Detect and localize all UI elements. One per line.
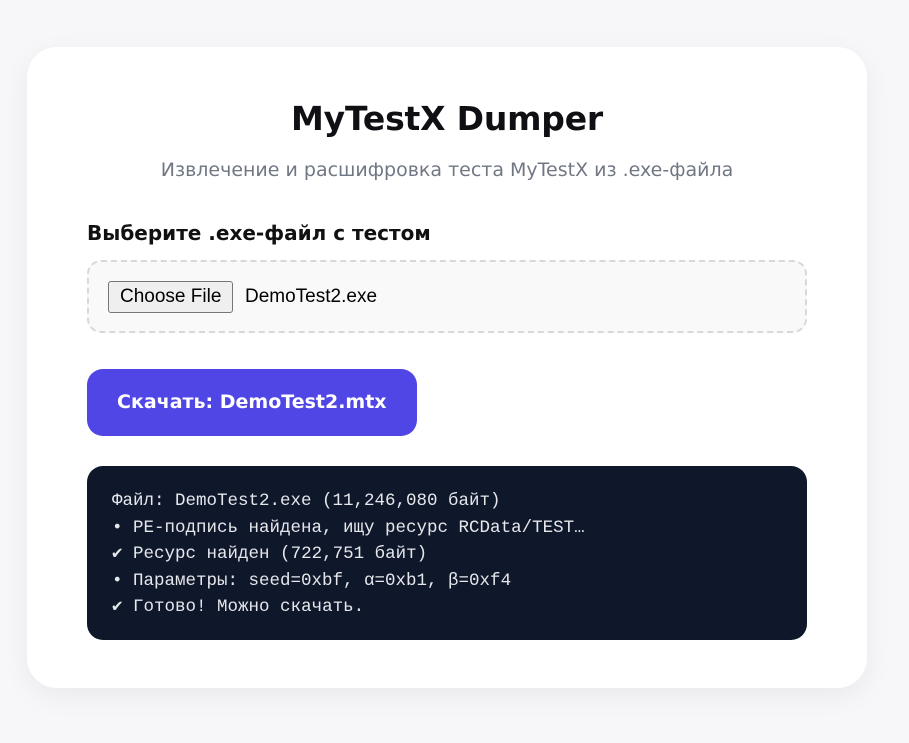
log-line: ✔ Готово! Можно скачать. <box>112 597 365 617</box>
file-dropzone[interactable]: Choose File DemoTest2.exe <box>87 260 807 333</box>
log-console: Файл: DemoTest2.exe (11,246,080 байт) • … <box>87 466 807 640</box>
page-subtitle: Извлечение и расшифровка теста MyTestX и… <box>160 159 734 181</box>
log-line: Файл: DemoTest2.exe (11,246,080 байт) <box>112 491 501 511</box>
page-title: MyTestX Dumper <box>291 99 603 138</box>
main-card: MyTestX Dumper Извлечение и расшифровка … <box>27 47 867 688</box>
download-button[interactable]: Скачать: DemoTest2.mtx <box>87 369 417 436</box>
selected-file-name: DemoTest2.exe <box>245 286 378 307</box>
file-input-label: Выберите .exe-файл с тестом <box>87 221 431 245</box>
log-line: • Параметры: seed=0xbf, α=0xb1, β=0xf4 <box>112 570 512 591</box>
log-line: • PE-подпись найдена, ищу ресурс RCData/… <box>112 517 585 538</box>
log-line: ✔ Ресурс найден (722,751 байт) <box>112 544 428 564</box>
choose-file-button[interactable]: Choose File <box>108 281 234 313</box>
